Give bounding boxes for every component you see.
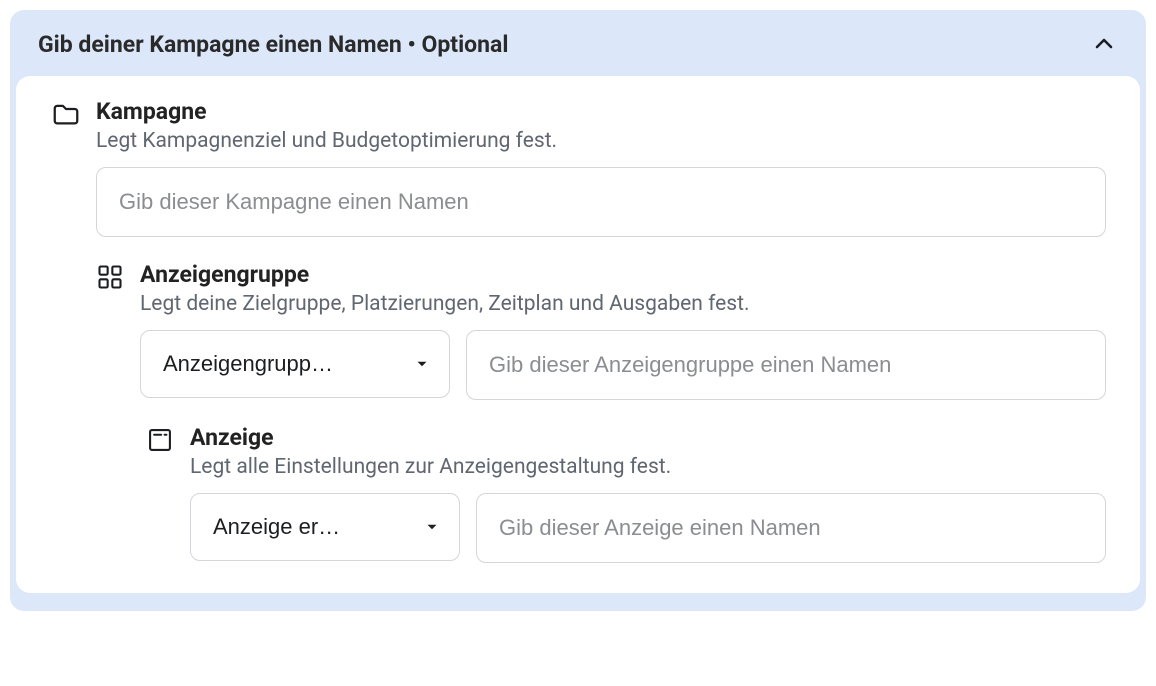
panel-title: Gib deiner Kampagne einen Namen • Option… — [38, 31, 508, 58]
grid-icon — [94, 261, 126, 293]
panel-body: Kampagne Legt Kampagnenziel und Budgetop… — [16, 76, 1140, 593]
campaign-subtitle: Legt Kampagnenziel und Budgetoptimierung… — [96, 129, 1106, 153]
panel-header[interactable]: Gib deiner Kampagne einen Namen • Option… — [10, 10, 1146, 76]
ad-subtitle: Legt alle Einstellungen zur Anzeigengest… — [190, 455, 1106, 479]
adset-action-select-label: Anzeigengrupp… — [163, 351, 333, 377]
adset-heading: Anzeigengruppe — [140, 261, 1106, 288]
ad-action-select[interactable]: Anzeige er… — [190, 493, 460, 561]
ad-icon — [144, 424, 176, 456]
ad-action-select-label: Anzeige er… — [213, 514, 340, 540]
folder-icon — [50, 98, 82, 130]
naming-panel: Gib deiner Kampagne einen Namen • Option… — [10, 10, 1146, 611]
adset-subtitle: Legt deine Zielgruppe, Platzierungen, Ze… — [140, 292, 1106, 316]
campaign-heading: Kampagne — [96, 98, 1106, 125]
ad-name-input[interactable] — [476, 493, 1106, 563]
campaign-name-input[interactable] — [96, 167, 1106, 237]
caret-down-icon — [423, 518, 441, 536]
ad-heading: Anzeige — [190, 424, 1106, 451]
chevron-up-icon[interactable] — [1090, 30, 1118, 58]
adset-action-select[interactable]: Anzeigengrupp… — [140, 330, 450, 398]
caret-down-icon — [413, 355, 431, 373]
adset-name-input[interactable] — [466, 330, 1106, 400]
